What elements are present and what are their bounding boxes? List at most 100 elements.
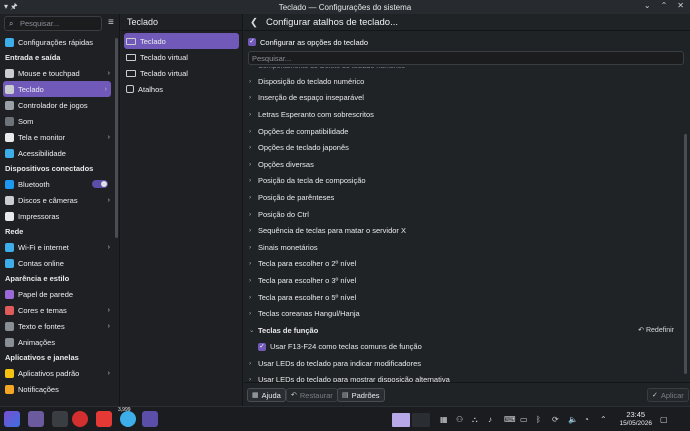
option-group[interactable]: › Inserção de espaço inseparável [248,90,680,107]
bluetooth-tray-icon[interactable]: ᛒ [536,415,541,424]
option-group[interactable]: › Tecla para escolher o 5º nível [248,289,680,306]
store-app-icon[interactable]: 3,999 [118,407,136,427]
chevron-right-icon[interactable]: › [248,128,258,135]
sidebar-item-globe[interactable]: Wi-Fi e internet › [0,239,114,255]
disk-tray-icon[interactable]: ▭ [520,415,528,424]
option-checkbox-item[interactable]: ✓ Usar F13-F24 como teclas comuns de funç… [248,339,680,356]
option-group[interactable]: › Opções de teclado japonês [248,139,680,156]
sidebar-item-printer[interactable]: Impressoras [0,208,114,224]
restore-button[interactable]: ↶ Restaurar [286,388,338,402]
window-menu[interactable]: ▾ 🖈 [4,1,18,15]
chevron-right-icon[interactable]: › [248,227,258,234]
option-group[interactable]: › Teclas coreanas Hangul/Hanja [248,305,680,322]
chevron-down-icon[interactable]: ⌄ [248,326,258,334]
sidebar-item-monitor[interactable]: Tela e monitor › [0,129,114,145]
pin-icon[interactable]: ▾ 🖈 [4,1,18,15]
option-group[interactable]: › Posição da tecla de composição [248,173,680,190]
font-icon [5,321,14,331]
chevron-right-icon[interactable]: › [248,144,258,151]
sidebar-search[interactable]: ⌕ Pesquisar... [4,16,102,31]
sidebar-item-bell[interactable]: Notificações [0,381,114,397]
sidebar-item-sliders[interactable]: Configurações rápidas [0,34,114,50]
option-group[interactable]: › Sinais monetários [248,239,680,256]
app-launcher-icon[interactable] [4,411,20,427]
reset-option-button[interactable]: ↶ Redefinir [638,326,674,334]
option-group[interactable]: › Usar LEDs do teclado para indicar modif… [248,355,680,372]
chevron-right-icon[interactable]: › [248,211,258,218]
maximize-icon[interactable]: ⌃ [661,1,668,10]
chevron-right-icon[interactable]: › [248,260,258,267]
minimize-icon[interactable]: ⌄ [644,1,651,10]
chevron-right-icon[interactable]: › [248,294,258,301]
option-group[interactable]: › Tecla para escolher o 3º nível [248,272,680,289]
sidebar-item-star[interactable]: Aplicativos padrão › [0,365,114,381]
chevron-right-icon[interactable]: › [248,310,258,317]
sidebar-item-font[interactable]: Texto e fontes › [0,318,114,334]
back-arrow-icon[interactable]: ❮ [250,17,258,28]
option-group[interactable]: › Opções de compatibilidade [248,123,680,140]
show-desktop-icon[interactable]: ▢ [660,415,668,424]
subpage-virtual-keyboard[interactable]: Teclado virtual [121,49,242,65]
sidebar-scrollbar[interactable] [115,38,118,238]
subpage-shortcuts[interactable]: Atalhos [121,81,242,97]
desktop-pager-1[interactable] [392,413,410,427]
audio-icon[interactable]: ♪ [488,415,492,424]
chevron-right-icon[interactable]: › [248,277,258,284]
sidebar-item-speaker[interactable]: Som [0,113,114,129]
desktop-pager-2[interactable] [412,413,430,427]
option-group[interactable]: ⌄ Teclas de função ↶ Redefinir [248,322,680,339]
subpage-keyboard[interactable]: Teclado [124,33,239,49]
option-group[interactable]: › Posição de parênteses [248,189,680,206]
checkbox-checked-icon[interactable]: ✓ [258,342,266,351]
file-manager-icon[interactable] [28,411,44,427]
clipboard-icon[interactable]: ▦ [440,415,448,424]
chevron-right-icon[interactable]: › [248,161,258,168]
settings-app-icon[interactable] [142,411,158,427]
help-button[interactable]: ▦ Ajuda [247,388,286,402]
option-group[interactable]: › Sequência de teclas para matar o servid… [248,222,680,239]
chevron-right-icon[interactable]: › [248,111,258,118]
option-group[interactable]: › Posição do Ctrl [248,206,680,223]
chevron-right-icon[interactable]: › [248,244,258,251]
options-search-input[interactable]: Pesquisar... [248,51,684,65]
option-group[interactable]: › Letras Esperanto com sobrescritos [248,106,680,123]
clock[interactable]: 23:45 15/05/2026 [619,410,652,428]
configure-options-checkbox[interactable]: ✓ Configurar as opções do teclado [248,36,368,48]
chevron-right-icon[interactable]: › [248,94,258,101]
network-icon[interactable]: ⛬ [472,415,478,425]
sidebar-item-gamepad[interactable]: Controlador de jogos [0,97,114,113]
tray-expand-icon[interactable]: ⌃ [600,415,607,424]
mail-app-icon[interactable] [96,411,112,427]
updates-tray-icon[interactable]: ⟳ [552,415,559,424]
subpage-virtual-keyboard-2[interactable]: Teclado virtual [121,65,242,81]
sidebar-item-palette[interactable]: Cores e temas › [0,302,114,318]
options-scrollbar[interactable] [684,134,687,374]
sidebar-item-animation[interactable]: Animações [0,334,114,350]
sidebar-item-bluetooth[interactable]: Bluetooth [0,176,114,192]
option-group[interactable]: › Disposição do teclado numérico [248,73,680,90]
chevron-right-icon[interactable]: › [248,194,258,201]
volume-icon[interactable]: 🔈 [568,415,578,424]
sidebar-item-accessibility[interactable]: Acessibilidade [0,145,114,161]
option-group[interactable]: › Opções diversas [248,156,680,173]
sidebar-item-disk[interactable]: Discos e câmeras › [0,192,114,208]
checkbox-checked-icon[interactable]: ✓ [248,38,256,46]
sidebar-item-keyboard[interactable]: Teclado › [3,81,111,97]
defaults-button[interactable]: ▤ Padrões [337,388,385,402]
apply-button[interactable]: ✓ Aplicar [647,388,689,402]
opera-browser-icon[interactable] [72,411,88,427]
bluetooth-toggle[interactable] [92,180,108,188]
pager-icon[interactable] [52,411,68,427]
hamburger-menu-icon[interactable]: ≡ [108,18,114,28]
wifi-icon[interactable]: ◔ [584,415,589,424]
chevron-right-icon[interactable]: › [248,177,258,184]
sidebar-item-accounts[interactable]: Contas online [0,255,114,271]
keyboard-layout-icon[interactable]: ⌨ [504,415,516,424]
chevron-right-icon[interactable]: › [248,360,258,367]
sidebar-item-mouse[interactable]: Mouse e touchpad › [0,65,114,81]
sidebar-item-wallpaper[interactable]: Papel de parede [0,286,114,302]
chevron-right-icon[interactable]: › [248,78,258,85]
users-icon[interactable]: ⚇ [456,415,463,424]
option-group[interactable]: › Tecla para escolher o 2º nível [248,256,680,273]
close-icon[interactable]: ✕ [677,1,684,10]
